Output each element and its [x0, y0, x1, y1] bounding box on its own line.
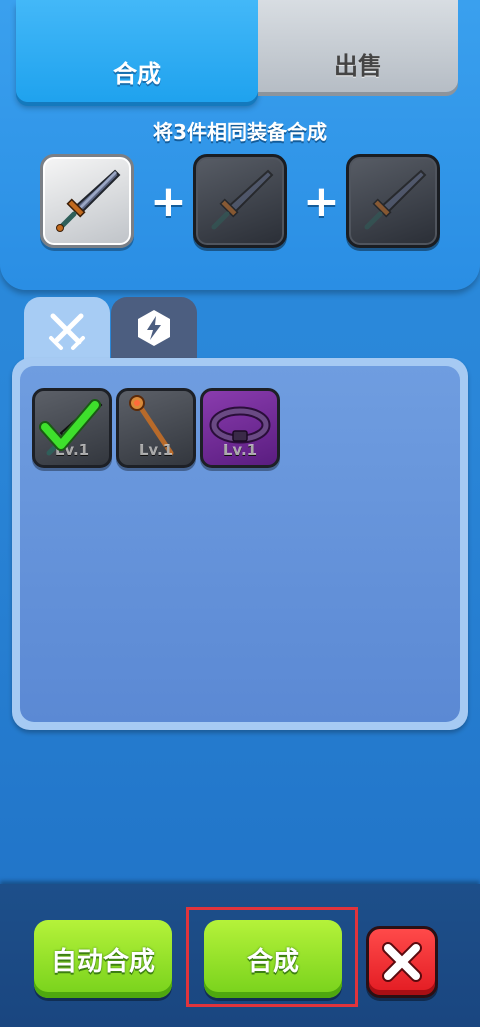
tab-merge[interactable]: 合成 [16, 0, 258, 102]
tab-skills[interactable] [111, 297, 197, 359]
tab-sell[interactable]: 出售 [258, 0, 458, 92]
tab-sell-label: 出售 [334, 51, 382, 80]
inventory-item-belt[interactable]: Lv.1 [200, 388, 280, 468]
merge-slot-3[interactable] [346, 154, 440, 248]
swords-icon [49, 313, 85, 350]
sword-icon [211, 169, 274, 230]
inventory-panel: Lv.1 Lv.1 Lv.1 [12, 358, 468, 730]
sword-icon [56, 169, 121, 232]
close-button[interactable] [366, 926, 438, 998]
merge-button[interactable]: 合成 [204, 920, 342, 998]
plus-sign-1: + [150, 176, 187, 227]
tab-merge-label: 合成 [113, 59, 161, 88]
lightning-hexagon-icon [138, 310, 170, 346]
plus-sign-2: + [303, 176, 340, 227]
auto-merge-button[interactable]: 自动合成 [34, 920, 172, 998]
checkmark-icon [39, 399, 101, 451]
merge-slot-2[interactable] [193, 154, 287, 248]
merge-slot-1[interactable] [40, 154, 134, 248]
item-level: Lv.1 [222, 441, 258, 459]
item-level: Lv.1 [138, 441, 174, 459]
inventory-item-sword[interactable]: Lv.1 [32, 388, 112, 468]
sword-icon [364, 169, 427, 230]
inventory-item-staff[interactable]: Lv.1 [116, 388, 196, 468]
inventory-grid: Lv.1 Lv.1 Lv.1 [20, 366, 460, 722]
merge-hint: 将3件相同装备合成 [153, 120, 327, 144]
tab-weapons[interactable] [24, 297, 110, 363]
close-icon [382, 942, 422, 982]
